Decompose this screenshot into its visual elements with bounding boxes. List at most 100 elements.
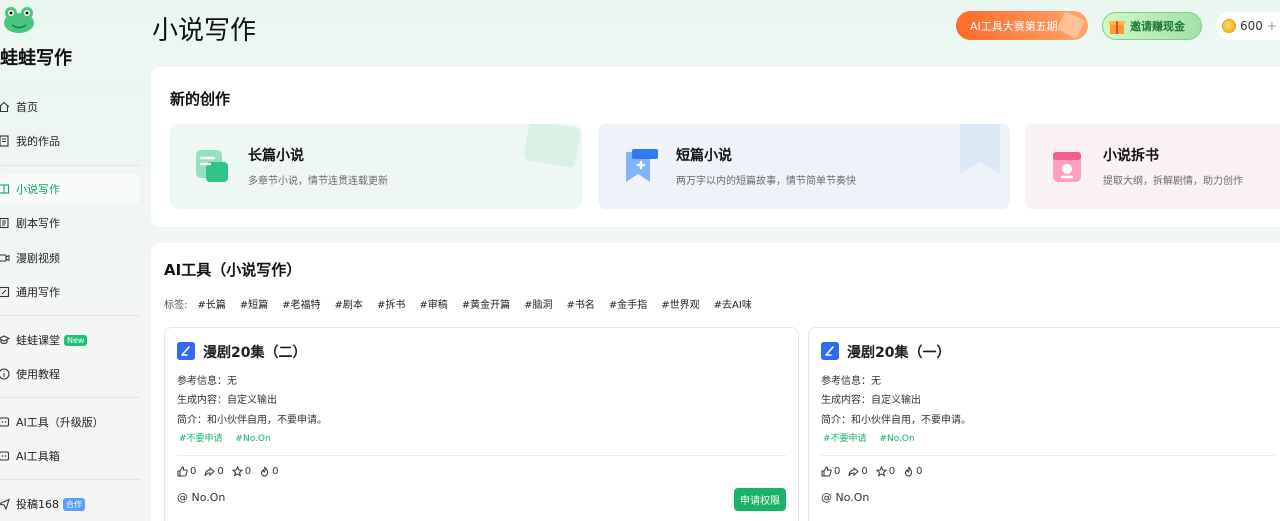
tag-chip[interactable]: #长篇	[197, 296, 225, 311]
sidebar-item-script-writing[interactable]: 剧本写作	[0, 208, 140, 238]
new-badge: New	[64, 334, 88, 346]
ai-icon	[0, 416, 10, 428]
sidebar-item-label: 剧本写作	[16, 217, 60, 230]
create-long-novel-card[interactable]: 长篇小说 多章节小说，情节连贯连载更新	[170, 124, 582, 209]
share-icon	[204, 466, 216, 477]
sidebar-divider	[0, 315, 140, 316]
card-title: 长篇小说	[248, 148, 304, 164]
sidebar-divider	[0, 165, 140, 166]
tool-tags: #不要申请 #No.On	[823, 431, 925, 444]
sidebar-item-ai-tools-upgraded[interactable]: AI工具（升级版）	[0, 407, 140, 437]
tool-tag[interactable]: #不要申请	[179, 434, 223, 444]
hot-stat[interactable]: 0	[259, 466, 279, 477]
star-icon	[231, 466, 243, 477]
tag-chip[interactable]: #老福特	[282, 296, 320, 311]
coin-count: 600	[1240, 19, 1263, 33]
request-permission-button[interactable]: 申请权限	[734, 488, 786, 511]
thumb-up-icon	[177, 466, 188, 477]
tool-tag[interactable]: #No.On	[235, 434, 270, 444]
book-icon	[0, 183, 10, 195]
page-title: 小说写作	[152, 16, 257, 46]
tag-chip[interactable]: #拆书	[377, 296, 405, 311]
create-short-novel-card[interactable]: 短篇小说 两万字以内的短篇故事，情节简单节奏快	[598, 124, 1010, 209]
hot-stat[interactable]: 0	[903, 466, 923, 477]
long-novel-icon	[196, 150, 228, 182]
tool-tags: #不要申请 #No.On	[179, 431, 281, 444]
tool-output-info: 生成内容：自定义输出	[821, 395, 921, 406]
share-stat[interactable]: 0	[204, 466, 224, 477]
star-stat[interactable]: 0	[875, 466, 896, 477]
decor-shape	[523, 124, 581, 168]
card-desc: 提取大纲，拆解剧情，助力创作	[1103, 176, 1243, 187]
sidebar: 蛙蛙写作 首页 我的作品 小说写作 剧本写作 漫剧视频 通用写作 蛙蛙课堂 Ne…	[0, 0, 146, 521]
pen-note-icon	[821, 342, 839, 360]
sidebar-item-label: 我的作品	[16, 135, 60, 148]
star-stat[interactable]: 0	[231, 466, 251, 477]
tool-tag[interactable]: #不要申请	[823, 434, 867, 444]
tool-output-info: 生成内容：自定义输出	[177, 395, 277, 406]
share-stat[interactable]: 0	[848, 466, 868, 477]
sidebar-item-label: 使用教程	[16, 368, 60, 381]
card-divider	[177, 455, 786, 456]
book-split-icon	[1053, 152, 1081, 182]
gift-icon	[1109, 21, 1125, 34]
graduation-icon	[0, 334, 10, 346]
tool-author[interactable]: @ No.On	[177, 491, 225, 504]
tag-chip[interactable]: #黄金开篇	[462, 296, 510, 311]
sidebar-item-novel-writing[interactable]: 小说写作	[0, 174, 140, 204]
tag-chip[interactable]: #金手指	[609, 296, 647, 311]
like-stat[interactable]: 0	[821, 466, 840, 477]
tool-intro: 简介：和小伙伴自用，不要申请。	[821, 415, 971, 426]
tag-chip[interactable]: #世界观	[661, 296, 699, 311]
flame-icon	[905, 466, 913, 477]
tag-chip[interactable]: #剧本	[335, 296, 363, 311]
hot-count: 0	[272, 466, 279, 477]
tag-chip[interactable]: #短篇	[240, 296, 268, 311]
sidebar-item-general-writing[interactable]: 通用写作	[0, 277, 140, 307]
tag-chip[interactable]: #书名	[567, 296, 595, 311]
card-title: 短篇小说	[676, 148, 732, 164]
ai-contest-button[interactable]: AI工具大赛第五期	[956, 11, 1088, 40]
pen-note-icon	[177, 342, 195, 360]
pen-icon	[0, 286, 10, 298]
sidebar-item-label: 通用写作	[16, 286, 60, 299]
sidebar-item-home[interactable]: 首页	[0, 92, 140, 122]
sidebar-item-label: 首页	[16, 101, 38, 114]
tool-ref-info: 参考信息：无	[177, 376, 237, 387]
section-title-new-creation: 新的创作	[170, 90, 231, 108]
share-count: 0	[861, 466, 868, 477]
tool-tag[interactable]: #No.On	[879, 434, 914, 444]
tool-title: 漫剧20集（二）	[203, 345, 307, 361]
tool-intro: 简介：和小伙伴自用，不要申请。	[177, 415, 327, 426]
star-icon	[875, 466, 887, 477]
star-count: 0	[888, 466, 896, 477]
invite-cash-button[interactable]: 邀请赚现金	[1102, 12, 1202, 40]
tool-card[interactable]: 漫剧20集（一） 参考信息：无 生成内容：自定义输出 简介：和小伙伴自用，不要申…	[808, 327, 1280, 521]
ai-tools-panel: AI工具（小说写作） 标签: #长篇 #短篇 #老福特 #剧本 #拆书 #审稿 …	[151, 243, 1280, 521]
tag-chip[interactable]: #审稿	[419, 296, 447, 311]
tags-label: 标签:	[164, 300, 188, 311]
coin-balance[interactable]: 600 +	[1216, 12, 1280, 40]
like-stat[interactable]: 0	[177, 466, 196, 477]
create-book-split-card[interactable]: 小说拆书 提取大纲，拆解剧情，助力创作	[1025, 124, 1280, 209]
home-icon	[0, 101, 10, 113]
card-desc: 多章节小说，情节连贯连载更新	[248, 176, 388, 187]
flame-icon	[261, 466, 269, 477]
thumb-up-icon	[821, 466, 832, 477]
sidebar-item-tutorial[interactable]: 使用教程	[0, 359, 140, 389]
sidebar-item-label: 蛙蛙课堂	[16, 334, 60, 347]
tool-card[interactable]: 漫剧20集（二） 参考信息：无 生成内容：自定义输出 简介：和小伙伴自用，不要申…	[164, 327, 799, 521]
sidebar-item-label: AI工具箱	[16, 450, 60, 463]
ticket-icon	[1056, 11, 1086, 39]
sidebar-item-wawa-classroom[interactable]: 蛙蛙课堂 New	[0, 325, 140, 355]
tag-chip[interactable]: #去AI味	[714, 296, 752, 311]
tag-chip[interactable]: #脑洞	[524, 296, 552, 311]
like-count: 0	[834, 466, 841, 477]
sidebar-item-my-works[interactable]: 我的作品	[0, 126, 140, 156]
sidebar-item-ai-toolbox[interactable]: AI工具箱	[0, 441, 140, 471]
sidebar-item-submit[interactable]: 投稿168 合作	[0, 489, 140, 519]
share-icon	[848, 466, 860, 477]
tool-author[interactable]: @ No.On	[821, 491, 869, 504]
card-divider	[821, 455, 1275, 456]
sidebar-item-comic-video[interactable]: 漫剧视频	[0, 243, 140, 273]
